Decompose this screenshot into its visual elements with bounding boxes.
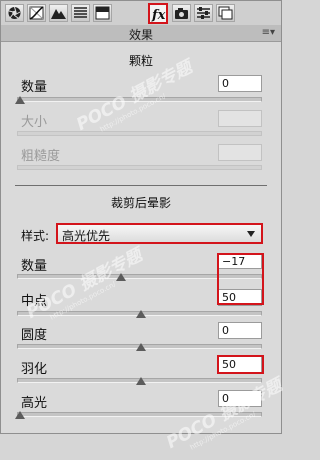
panel-titlebar: 效果 ≡▾	[1, 25, 281, 42]
tab-tone-curve[interactable]	[27, 4, 46, 22]
aperture-icon	[8, 6, 21, 19]
panel-menu-icon[interactable]: ≡▾	[262, 28, 275, 38]
panel-title: 效果	[128, 28, 153, 42]
vignette-midpoint-thumb[interactable]	[136, 310, 146, 318]
vignette-midpoint-label: 中点	[21, 294, 48, 309]
vignette-feather-field[interactable]: 50	[218, 356, 262, 373]
vignette-highlights-label: 高光	[21, 396, 48, 411]
tab-hsl[interactable]	[71, 4, 90, 22]
mountains-icon	[51, 9, 66, 19]
vignette-highlights-thumb[interactable]	[15, 411, 25, 419]
grain-amount-slider[interactable]	[17, 97, 262, 102]
vignette-midpoint-field[interactable]: 50	[218, 289, 262, 306]
panel-tabs-toolbar: fx	[1, 1, 281, 26]
grain-roughness-field	[218, 144, 262, 161]
vignette-amount-thumb[interactable]	[116, 273, 126, 281]
vignette-feather-label: 羽化	[21, 362, 48, 377]
grain-roughness-label: 粗糙度	[21, 149, 61, 164]
vignette-roundness-thumb[interactable]	[136, 343, 146, 351]
vignette-roundness-field[interactable]: 0	[218, 322, 262, 339]
split-toning-icon	[95, 6, 110, 20]
vignette-amount-label: 数量	[21, 259, 48, 274]
hsl-lines-icon	[74, 7, 87, 18]
vignette-highlights-field[interactable]: 0	[218, 390, 262, 407]
vignette-feather-thumb[interactable]	[136, 377, 146, 385]
chevron-down-icon	[247, 231, 255, 237]
fx-icon: fx	[151, 8, 166, 22]
tone-curve-icon	[29, 6, 44, 20]
vignette-style-select[interactable]: 高光优先	[57, 224, 262, 243]
vignette-style-value: 高光优先	[62, 229, 111, 243]
grain-amount-field[interactable]: 0	[218, 75, 262, 92]
grain-size-label: 大小	[21, 115, 48, 130]
section-divider	[15, 185, 267, 186]
tab-camera-calibration[interactable]	[172, 4, 191, 22]
svg-text:fx: fx	[151, 8, 166, 22]
tab-snapshots[interactable]	[216, 4, 235, 22]
grain-size-slider	[17, 131, 262, 136]
tab-detail[interactable]	[49, 4, 68, 22]
vignette-style-label: 样式:	[21, 229, 50, 243]
grain-roughness-slider	[17, 165, 262, 170]
tab-presets[interactable]	[194, 4, 213, 22]
tab-basic[interactable]	[5, 4, 24, 22]
grain-amount-label: 数量	[21, 80, 48, 95]
camera-icon	[175, 8, 188, 19]
vignette-amount-slider[interactable]	[17, 274, 262, 279]
grain-amount-thumb[interactable]	[15, 96, 25, 104]
grain-section-title: 颗粒	[128, 54, 153, 68]
vignette-highlights-slider[interactable]	[17, 412, 262, 417]
grain-size-field	[218, 110, 262, 127]
presets-sliders-icon	[197, 7, 210, 19]
effects-panel: fx 效果 ≡▾ 颗粒 数量 0 大小 粗糙度 裁剪后晕影 样式: 高光优先 数…	[0, 0, 286, 453]
vignette-section-title: 裁剪后晕影	[110, 196, 171, 210]
vignette-amount-field[interactable]: −17	[218, 254, 262, 269]
snapshots-icon	[218, 6, 233, 20]
vignette-roundness-label: 圆度	[21, 328, 48, 343]
tab-effects[interactable]: fx	[148, 3, 168, 24]
tab-split-toning[interactable]	[93, 4, 112, 22]
